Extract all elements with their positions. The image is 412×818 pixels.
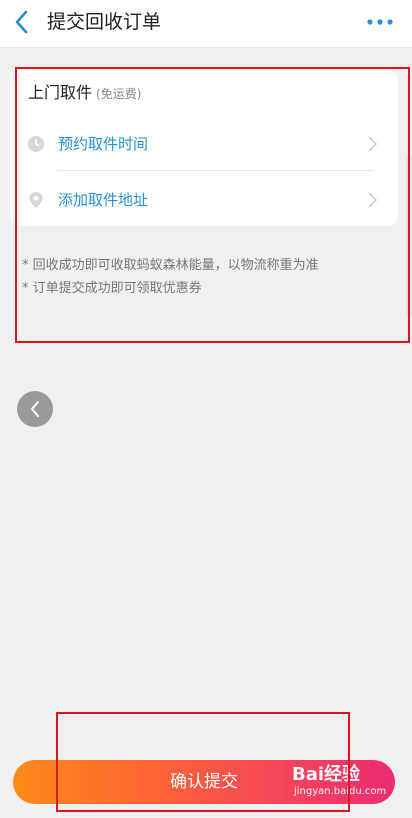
note-energy: * 回收成功即可收取蚂蚁森林能量，以物流称重为准 <box>22 258 319 273</box>
more-dots-icon[interactable] <box>366 12 394 32</box>
add-pickup-address-label: 添加取件地址 <box>58 191 149 209</box>
location-pin-icon <box>29 192 43 208</box>
row-divider <box>58 170 374 171</box>
scrollbar[interactable] <box>406 156 412 316</box>
add-pickup-address-row[interactable]: 添加取件地址 <box>10 174 398 226</box>
page-title: 提交回收订单 <box>47 11 162 33</box>
pickup-card: 上门取件 (免运费) 预约取件时间 添加取件地址 <box>10 70 398 226</box>
schedule-pickup-time-label: 预约取件时间 <box>58 135 149 153</box>
chevron-left-icon[interactable] <box>10 8 34 36</box>
schedule-pickup-time-row[interactable]: 预约取件时间 <box>10 118 398 170</box>
chevron-left-icon <box>31 401 39 417</box>
note-coupon: * 订单提交成功即可领取优惠券 <box>22 281 202 296</box>
floating-back-button[interactable] <box>17 391 53 427</box>
chevron-right-icon <box>369 193 377 207</box>
confirm-submit-button[interactable]: 确认提交 <box>13 760 395 804</box>
pickup-title: 上门取件 (免运费) <box>28 80 141 106</box>
chevron-right-icon <box>369 137 377 151</box>
top-bar: 提交回收订单 <box>0 0 412 48</box>
clock-icon <box>28 136 44 152</box>
notes: * 回收成功即可收取蚂蚁森林能量，以物流称重为准 * 订单提交成功即可领取优惠券 <box>22 254 392 300</box>
free-shipping-note: (免运费) <box>96 87 142 101</box>
pickup-title-text: 上门取件 <box>28 83 93 102</box>
